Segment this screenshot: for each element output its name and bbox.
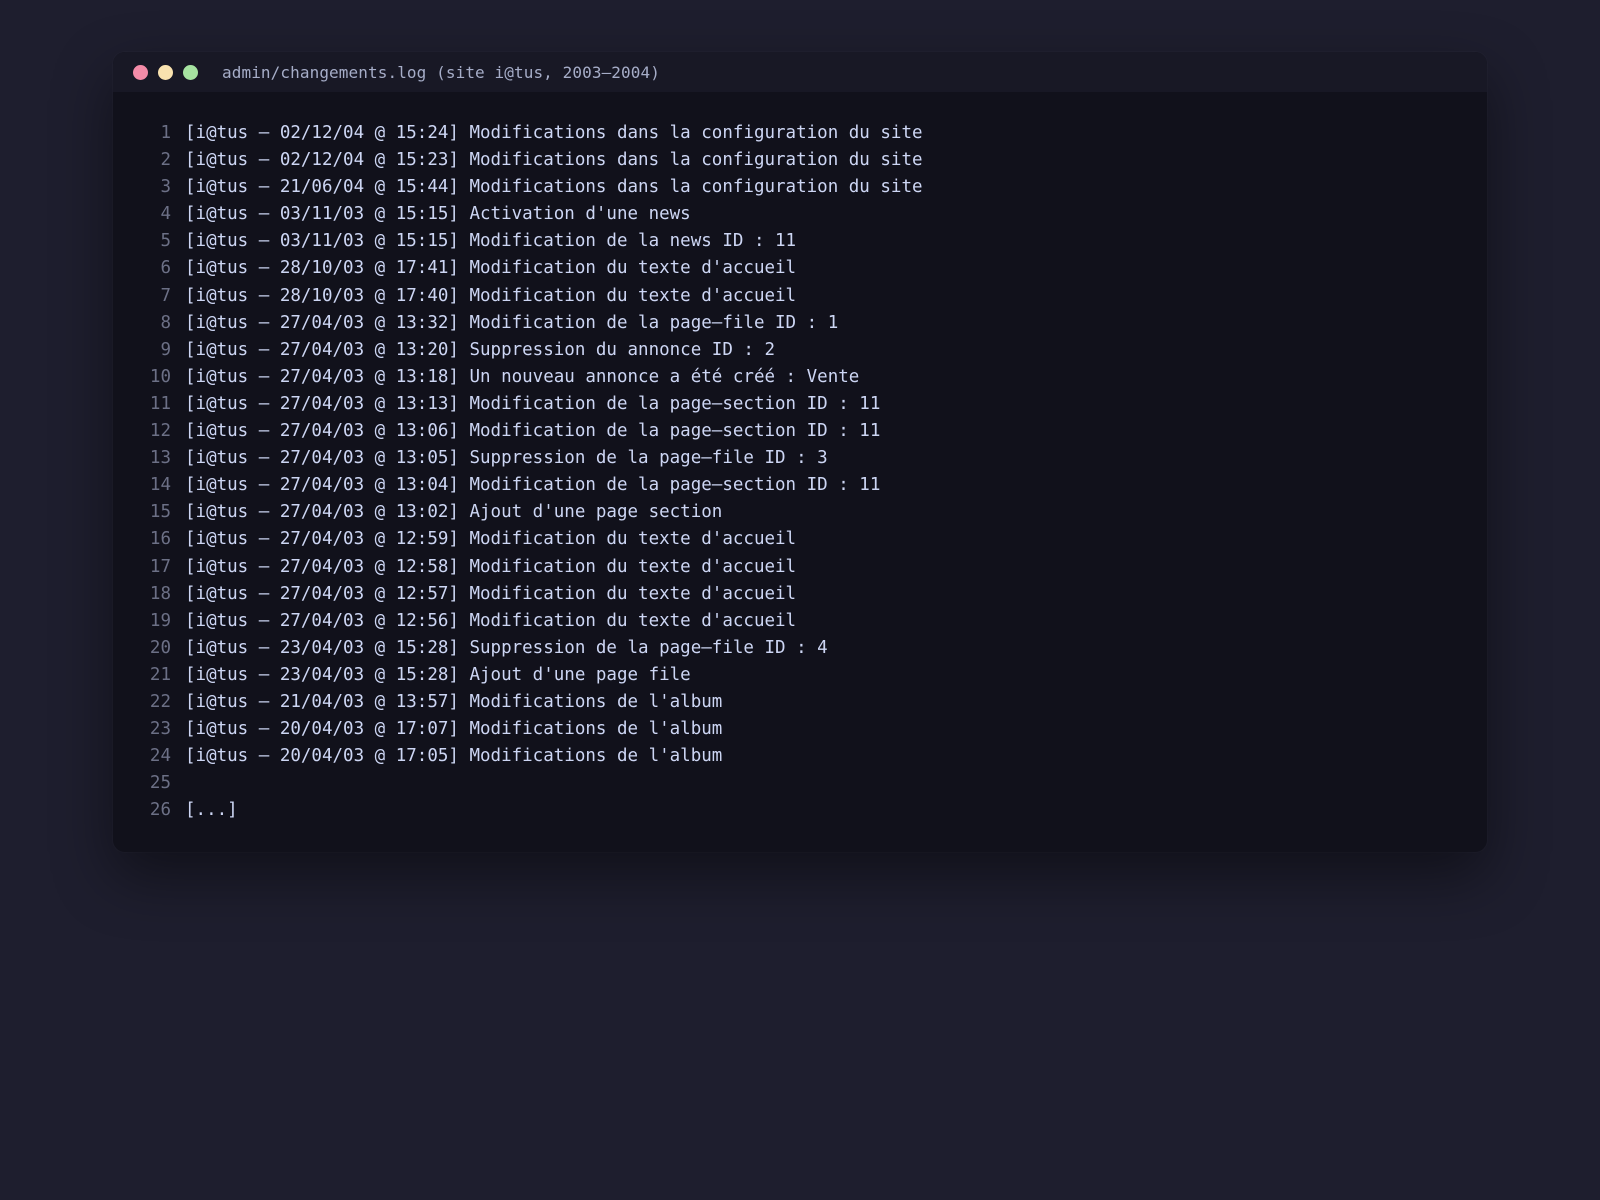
log-line: 20 [i@tus – 23/04/03 @ 15:28] Suppressio… [141, 635, 1487, 662]
line-number: 18 [149, 583, 171, 604]
line-text: [i@tus – 23/04/03 @ 15:28] Ajout d'une p… [185, 664, 691, 685]
line-text: [i@tus – 27/04/03 @ 13:02] Ajout d'une p… [185, 502, 723, 523]
log-line: 13 [i@tus – 27/04/03 @ 13:05] Suppressio… [141, 445, 1487, 472]
log-line: 18 [i@tus – 27/04/03 @ 12:57] Modificati… [141, 581, 1487, 608]
line-number: 11 [149, 393, 171, 414]
log-line: 15 [i@tus – 27/04/03 @ 13:02] Ajout d'un… [141, 499, 1487, 526]
line-text: [i@tus – 03/11/03 @ 15:15] Activation d'… [185, 204, 691, 225]
log-line: 19 [i@tus – 27/04/03 @ 12:56] Modificati… [141, 608, 1487, 635]
line-number: 20 [149, 637, 171, 658]
line-number: 10 [149, 366, 171, 387]
log-line: 11 [i@tus – 27/04/03 @ 13:13] Modificati… [141, 391, 1487, 418]
log-line: 7 [i@tus – 28/10/03 @ 17:40] Modificatio… [141, 283, 1487, 310]
line-number: 7 [160, 285, 171, 306]
line-text: [i@tus – 27/04/03 @ 13:06] Modification … [185, 421, 881, 442]
line-text: [i@tus – 21/04/03 @ 13:57] Modifications… [185, 691, 723, 712]
line-number: 5 [160, 231, 171, 252]
maximize-icon[interactable] [183, 64, 198, 80]
log-line: 14 [i@tus – 27/04/03 @ 13:04] Modificati… [141, 472, 1487, 499]
line-text: [i@tus – 27/04/03 @ 12:57] Modification … [185, 583, 797, 604]
line-text: [i@tus – 27/04/03 @ 12:56] Modification … [185, 610, 797, 631]
line-text: [i@tus – 28/10/03 @ 17:40] Modification … [185, 285, 797, 306]
line-text: [i@tus – 27/04/03 @ 13:32] Modification … [185, 312, 839, 333]
log-line: 21 [i@tus – 23/04/03 @ 15:28] Ajout d'un… [141, 662, 1487, 689]
line-number: 22 [149, 691, 171, 712]
log-line: 9 [i@tus – 27/04/03 @ 13:20] Suppression… [141, 337, 1487, 364]
log-line: 1 [i@tus – 02/12/04 @ 15:24] Modificatio… [141, 120, 1487, 147]
minimize-icon[interactable] [158, 64, 173, 80]
line-text: [i@tus – 21/06/04 @ 15:44] Modifications… [185, 177, 923, 198]
line-text: [i@tus – 27/04/03 @ 13:18] Un nouveau an… [185, 366, 860, 387]
line-number: 12 [149, 421, 171, 442]
line-text: [i@tus – 27/04/03 @ 13:04] Modification … [185, 475, 881, 496]
line-text: [i@tus – 02/12/04 @ 15:24] Modifications… [185, 123, 923, 143]
line-text: [i@tus – 20/04/03 @ 17:07] Modifications… [185, 719, 723, 740]
line-number: 13 [149, 448, 171, 469]
line-number: 1 [160, 123, 171, 143]
log-line: 16 [i@tus – 27/04/03 @ 12:59] Modificati… [141, 526, 1487, 553]
log-line: 5 [i@tus – 03/11/03 @ 15:15] Modificatio… [141, 228, 1487, 255]
line-text: [i@tus – 27/04/03 @ 12:58] Modification … [185, 556, 797, 577]
log-line: 4 [i@tus – 03/11/03 @ 15:15] Activation … [141, 201, 1487, 228]
window-title: admin/changements.log (site i@tus, 2003–… [222, 62, 660, 82]
log-line: 25 [141, 770, 1487, 797]
line-number: 8 [160, 312, 171, 333]
line-text: [i@tus – 23/04/03 @ 15:28] Suppression d… [185, 637, 828, 658]
log-line: 12 [i@tus – 27/04/03 @ 13:06] Modificati… [141, 418, 1487, 445]
line-number: 6 [160, 258, 171, 279]
log-line: 23 [i@tus – 20/04/03 @ 17:07] Modificati… [141, 716, 1487, 743]
line-text: [i@tus – 27/04/03 @ 13:05] Suppression d… [185, 448, 828, 469]
line-text: [...] [185, 800, 238, 821]
close-icon[interactable] [133, 64, 148, 80]
log-line: 17 [i@tus – 27/04/03 @ 12:58] Modificati… [141, 554, 1487, 581]
line-text: [i@tus – 03/11/03 @ 15:15] Modification … [185, 231, 797, 252]
window-titlebar: admin/changements.log (site i@tus, 2003–… [113, 52, 1487, 92]
line-number: 17 [149, 556, 171, 577]
line-number: 4 [160, 204, 171, 225]
line-text: [i@tus – 27/04/03 @ 12:59] Modification … [185, 529, 797, 550]
line-number: 19 [149, 610, 171, 631]
line-number: 26 [149, 800, 171, 821]
log-line: 2 [i@tus – 02/12/04 @ 15:23] Modificatio… [141, 147, 1487, 174]
line-number: 16 [149, 529, 171, 550]
line-text: [i@tus – 02/12/04 @ 15:23] Modifications… [185, 150, 923, 171]
log-line: 26 [...] [141, 797, 1487, 824]
log-line: 6 [i@tus – 28/10/03 @ 17:41] Modificatio… [141, 255, 1487, 282]
log-line: 24 [i@tus – 20/04/03 @ 17:05] Modificati… [141, 743, 1487, 770]
line-number: 2 [160, 150, 171, 171]
log-line: 10 [i@tus – 27/04/03 @ 13:18] Un nouveau… [141, 364, 1487, 391]
log-window: admin/changements.log (site i@tus, 2003–… [113, 52, 1487, 852]
line-text: [i@tus – 27/04/03 @ 13:20] Suppression d… [185, 339, 776, 360]
log-line: 22 [i@tus – 21/04/03 @ 13:57] Modificati… [141, 689, 1487, 716]
line-number: 9 [160, 339, 171, 360]
line-number: 25 [149, 773, 171, 794]
line-text: [i@tus – 27/04/03 @ 13:13] Modification … [185, 393, 881, 414]
line-text: [i@tus – 20/04/03 @ 17:05] Modifications… [185, 746, 723, 767]
line-text: [i@tus – 28/10/03 @ 17:41] Modification … [185, 258, 797, 279]
line-number: 3 [160, 177, 171, 198]
line-number: 21 [149, 664, 171, 685]
log-line: 3 [i@tus – 21/06/04 @ 15:44] Modificatio… [141, 174, 1487, 201]
line-number: 15 [149, 502, 171, 523]
log-content: 1 [i@tus – 02/12/04 @ 15:24] Modificatio… [113, 92, 1487, 824]
log-line: 8 [i@tus – 27/04/03 @ 13:32] Modificatio… [141, 310, 1487, 337]
line-number: 24 [149, 746, 171, 767]
line-number: 23 [149, 719, 171, 740]
line-number: 14 [149, 475, 171, 496]
